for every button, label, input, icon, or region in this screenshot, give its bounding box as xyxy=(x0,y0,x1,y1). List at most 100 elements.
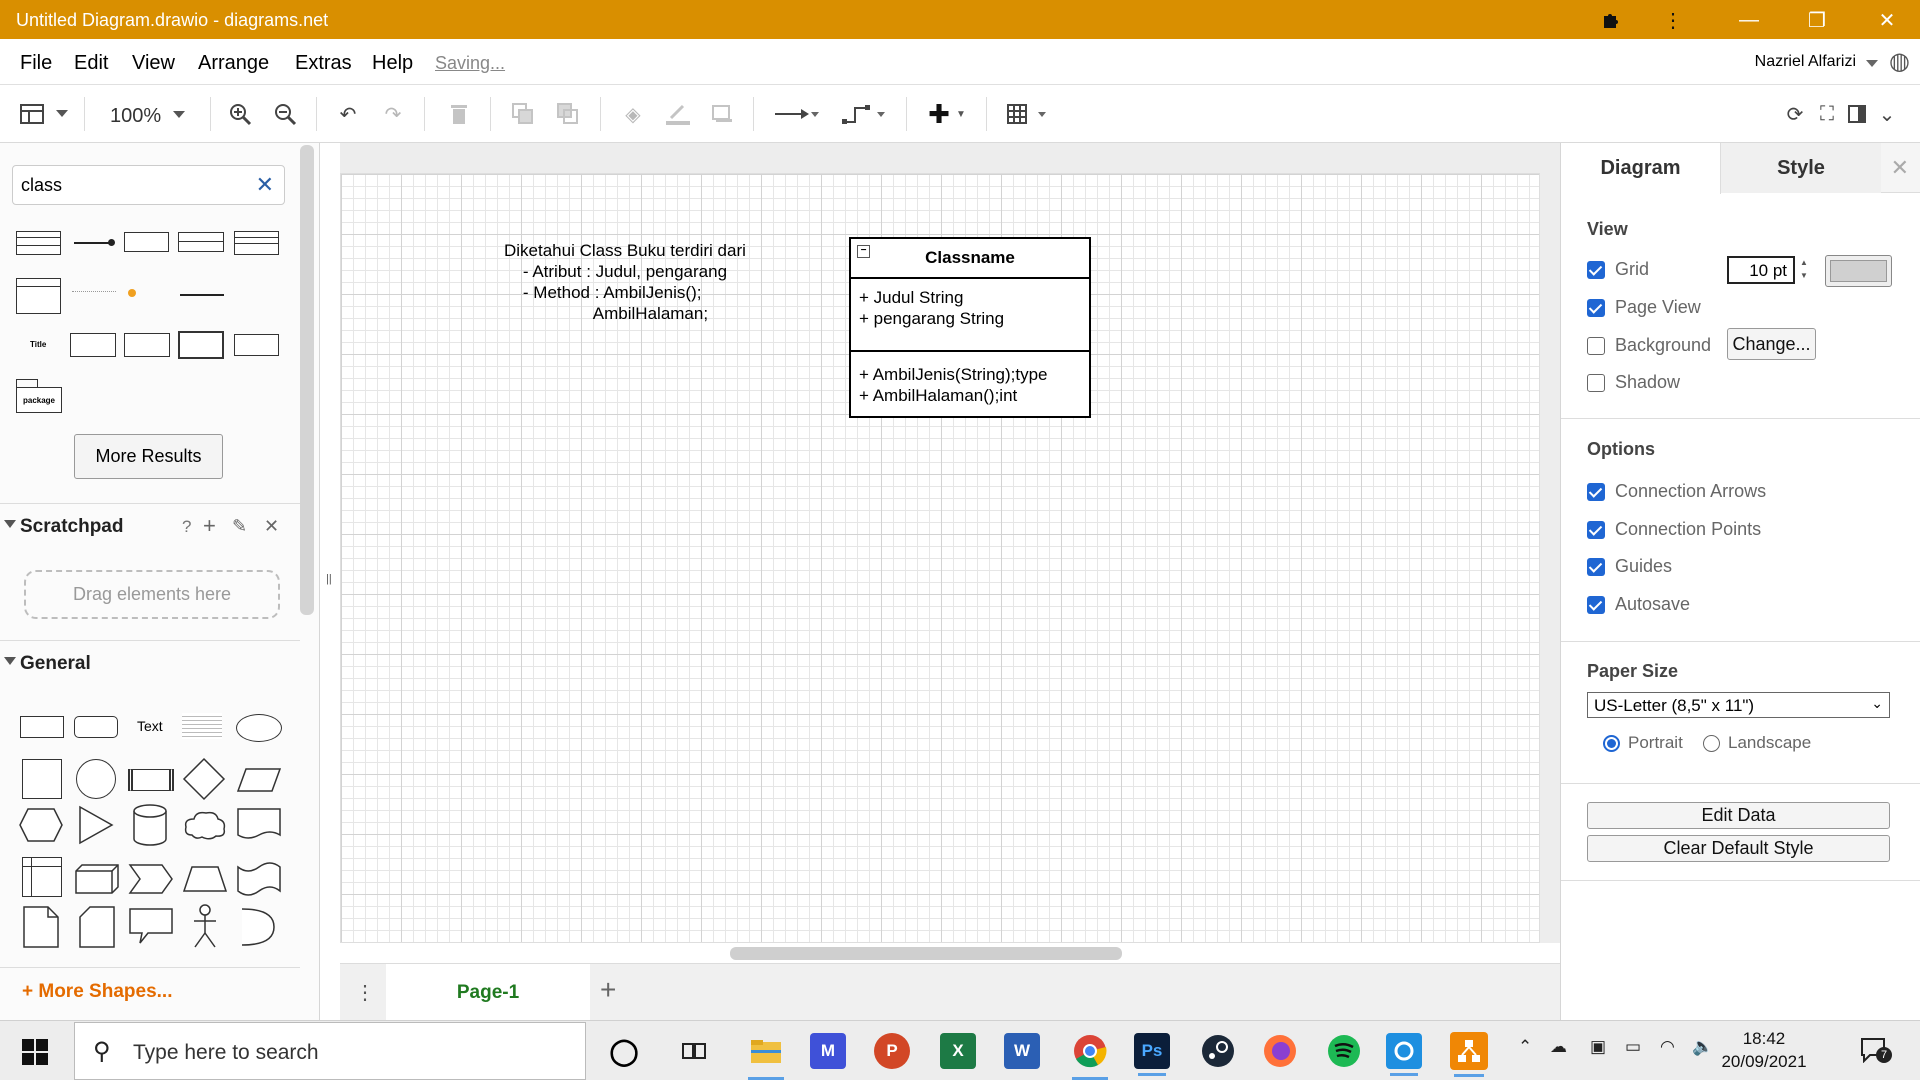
undo-icon[interactable]: ↶ xyxy=(333,99,363,129)
menu-file[interactable]: File xyxy=(20,52,52,75)
change-background-button[interactable]: Change... xyxy=(1727,328,1816,360)
shape-component[interactable] xyxy=(70,333,116,357)
paper-size-select[interactable]: US-Letter (8,5" x 11") ⌄ xyxy=(1587,692,1890,718)
collapse-icon[interactable]: ⌄ xyxy=(1872,99,1902,129)
minimize-icon[interactable]: — xyxy=(1734,6,1764,34)
app-m-icon[interactable]: M xyxy=(810,1033,846,1069)
tab-diagram[interactable]: Diagram xyxy=(1561,143,1721,194)
shape-class-fields[interactable] xyxy=(16,278,61,314)
volume-icon[interactable]: 🔈 xyxy=(1692,1037,1713,1057)
grid-size-stepper[interactable]: ▲ ▼ xyxy=(1797,256,1811,284)
photoshop-icon[interactable]: Ps xyxy=(1134,1033,1170,1076)
shape-triangle[interactable] xyxy=(78,805,114,845)
to-front-icon[interactable] xyxy=(508,99,538,129)
spotify-icon[interactable] xyxy=(1322,1029,1366,1073)
uml-class[interactable]: − Classname + Judul String + pengarang S… xyxy=(849,237,1091,418)
shape-step[interactable] xyxy=(128,863,174,895)
onedrive-icon[interactable]: ☁ xyxy=(1550,1037,1567,1057)
zoom-out-icon[interactable] xyxy=(270,99,300,129)
uml-attributes[interactable]: + Judul String + pengarang String xyxy=(851,279,1089,352)
shape-attribute[interactable] xyxy=(72,291,116,294)
uml-class-header[interactable]: − Classname xyxy=(851,239,1089,279)
cortana-icon[interactable]: ◯ xyxy=(602,1029,646,1073)
shape-attribute-icon[interactable] xyxy=(128,289,136,297)
puzzle-icon[interactable] xyxy=(1596,6,1626,34)
autosave-checkbox[interactable] xyxy=(1587,595,1605,614)
firefox-icon[interactable] xyxy=(1258,1029,1302,1073)
diagram-canvas[interactable]: Diketahui Class Buku terdiri dari - Atri… xyxy=(340,143,1560,943)
shape-hexagon[interactable] xyxy=(18,807,64,843)
scratchpad-header[interactable]: Scratchpad ? + ✎ ✕ xyxy=(0,503,300,547)
shape-callout[interactable] xyxy=(128,907,174,947)
notifications-icon[interactable]: 7 xyxy=(1860,1037,1892,1064)
shape-parallelogram[interactable] xyxy=(236,767,282,793)
shape-square[interactable] xyxy=(22,759,62,799)
steam-icon[interactable] xyxy=(1196,1029,1240,1073)
shape-trapezoid[interactable] xyxy=(182,865,228,893)
to-back-icon[interactable] xyxy=(553,99,583,129)
shape-class-2[interactable] xyxy=(234,231,279,255)
excel-icon[interactable]: X xyxy=(940,1033,976,1069)
device-icon[interactable]: ▣ xyxy=(1590,1037,1606,1057)
word-icon[interactable]: W xyxy=(1004,1033,1040,1069)
shape-object[interactable] xyxy=(124,232,169,252)
landscape-radio[interactable] xyxy=(1703,734,1720,752)
grid-checkbox[interactable] xyxy=(1587,260,1605,279)
globe-icon[interactable]: ◍ xyxy=(1889,47,1910,76)
shape-diamond[interactable] xyxy=(182,757,226,801)
restore-icon[interactable]: ❐ xyxy=(1802,6,1832,34)
autosave-option[interactable]: Autosave xyxy=(1587,594,1690,615)
add-icon[interactable]: + xyxy=(203,513,216,539)
shape-circle[interactable] xyxy=(76,759,116,799)
shape-cloud[interactable] xyxy=(182,809,228,841)
refresh-icon[interactable]: ⟳ xyxy=(1780,99,1810,129)
shape-internal-storage[interactable] xyxy=(22,857,62,897)
grid-color-button[interactable] xyxy=(1825,255,1892,287)
grid-size-input[interactable]: 10 pt xyxy=(1727,256,1795,284)
shape-package[interactable]: package xyxy=(16,387,62,413)
shape-actor[interactable] xyxy=(190,903,220,949)
clear-default-style-button[interactable]: Clear Default Style xyxy=(1587,835,1890,862)
shape-association[interactable] xyxy=(74,242,110,244)
format-panel-icon[interactable] xyxy=(1842,99,1872,129)
more-shapes-button[interactable]: + More Shapes... xyxy=(22,981,172,1003)
task-view-icon[interactable] xyxy=(672,1029,716,1073)
shape-tape[interactable] xyxy=(236,861,282,897)
user-name[interactable]: Nazriel Alfarizi xyxy=(1755,53,1856,71)
sidebar-scrollbar[interactable] xyxy=(300,145,314,615)
table-icon[interactable] xyxy=(1004,99,1054,129)
sidebar-resize-handle[interactable]: || xyxy=(326,573,332,585)
connection-icon[interactable] xyxy=(772,99,822,129)
shadow-checkbox[interactable] xyxy=(1587,373,1605,392)
menu-extras[interactable]: Extras xyxy=(295,52,352,75)
fullscreen-icon[interactable]: ⛶ xyxy=(1812,99,1842,129)
shape-rectangle[interactable] xyxy=(20,716,64,738)
landscape-option[interactable]: Landscape xyxy=(1703,733,1811,753)
shape-rounded-rectangle[interactable] xyxy=(74,716,118,738)
add-page-icon[interactable]: + xyxy=(600,974,616,1006)
portrait-radio[interactable] xyxy=(1603,734,1620,752)
shape-component-2[interactable] xyxy=(124,333,170,357)
diagram-page[interactable]: Diketahui Class Buku terdiri dari - Atri… xyxy=(340,173,1540,943)
collapse-toggle-icon[interactable]: − xyxy=(857,245,870,258)
taskbar-search[interactable]: ⚲ Type here to search xyxy=(74,1022,586,1080)
drawio-icon[interactable] xyxy=(1450,1032,1488,1077)
close-icon[interactable]: ✕ xyxy=(1872,6,1902,34)
general-header[interactable]: General xyxy=(0,640,300,684)
tab-style[interactable]: Style xyxy=(1721,143,1881,193)
menu-arrange[interactable]: Arrange xyxy=(198,52,269,75)
app-circle-icon[interactable] xyxy=(1386,1033,1422,1076)
shape-document[interactable] xyxy=(236,807,282,843)
background-checkbox[interactable] xyxy=(1587,336,1605,355)
battery-icon[interactable]: ▭ xyxy=(1625,1037,1641,1057)
powerpoint-icon[interactable]: P xyxy=(874,1033,910,1069)
connection-arrows-option[interactable]: Connection Arrows xyxy=(1587,481,1766,502)
clock[interactable]: 18:42 20/09/2021 xyxy=(1714,1027,1814,1073)
zoom-in-icon[interactable] xyxy=(225,99,255,129)
edit-icon[interactable]: ✎ xyxy=(232,516,247,537)
shape-cube[interactable] xyxy=(74,863,120,895)
menu-view[interactable]: View xyxy=(132,52,175,75)
shape-process[interactable] xyxy=(128,769,174,791)
more-results-button[interactable]: More Results xyxy=(74,434,223,479)
shape-note[interactable] xyxy=(22,905,60,949)
